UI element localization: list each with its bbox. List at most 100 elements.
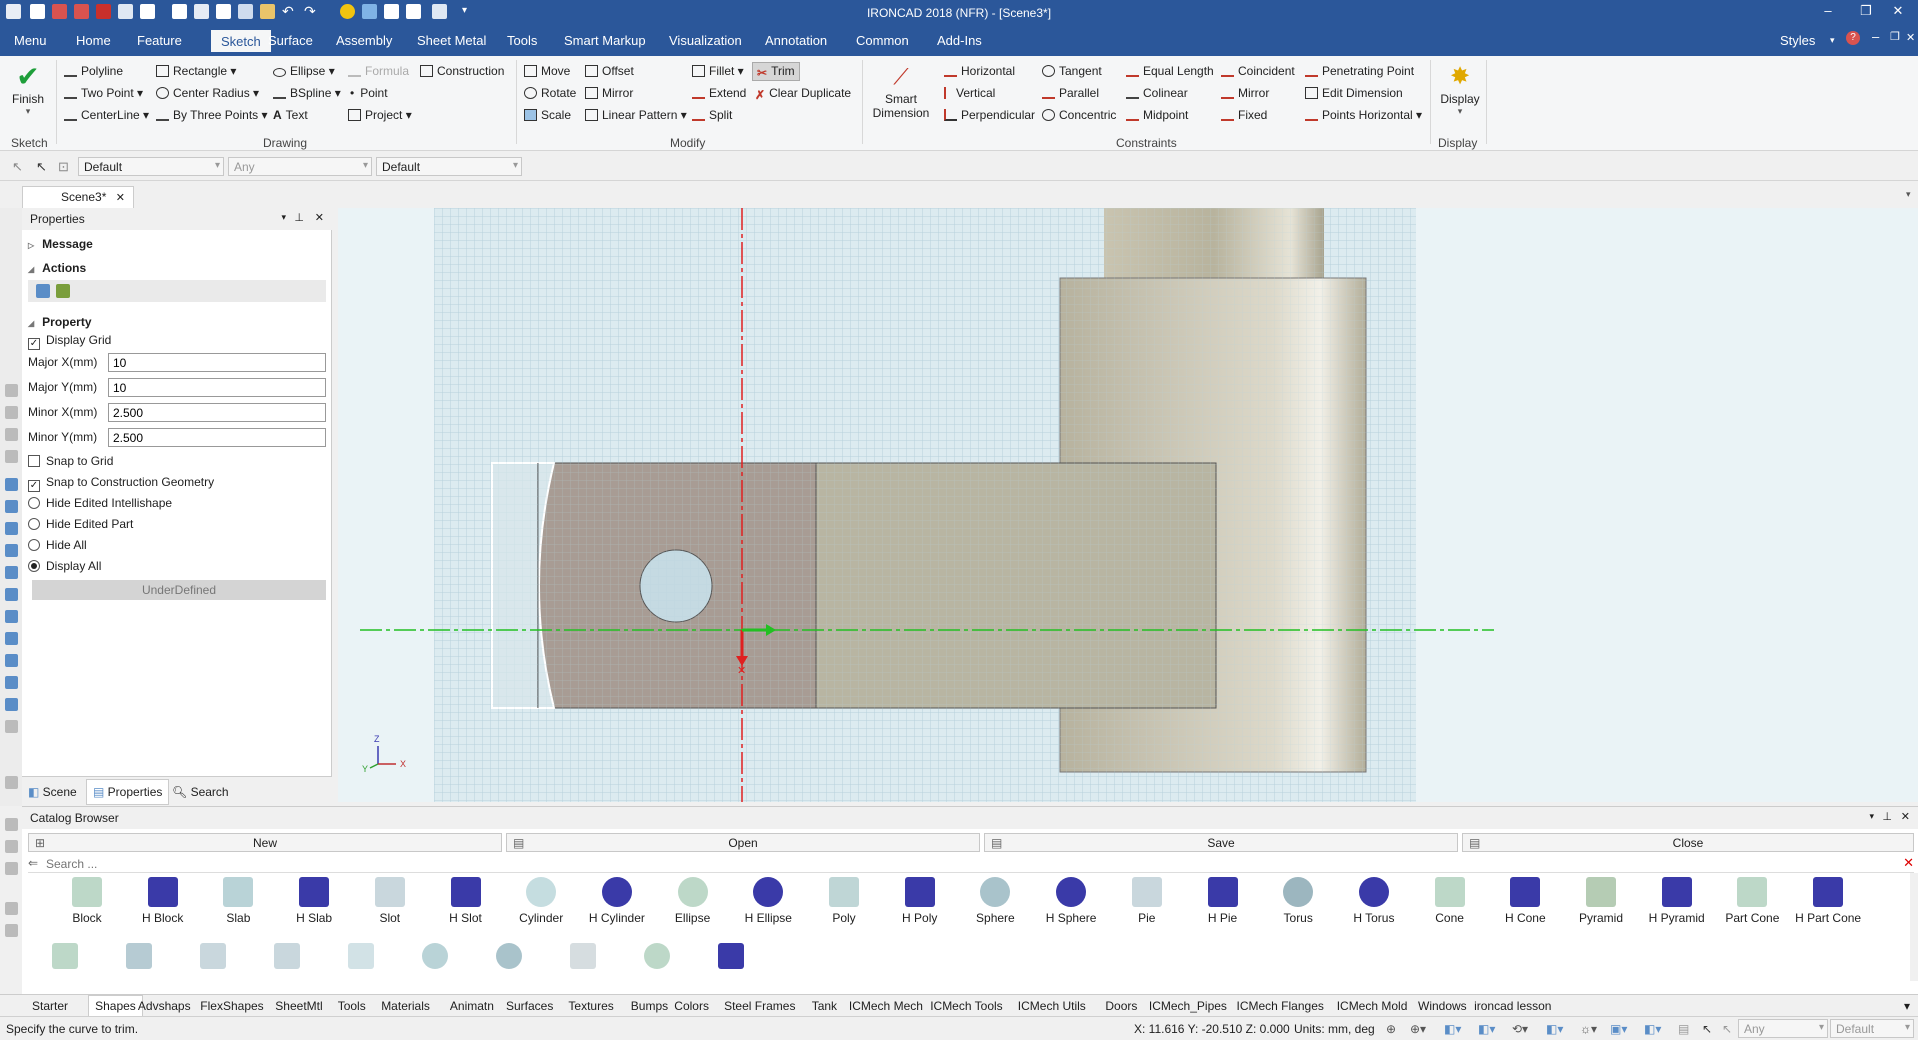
catalog-item-h-pie[interactable]: H Pie — [1188, 877, 1258, 925]
extend-button[interactable]: Extend — [692, 86, 746, 100]
split-button[interactable]: Split — [692, 108, 732, 122]
horizontal-button[interactable]: Horizontal — [944, 64, 1015, 78]
filter-status-icon[interactable]: ▤ — [1678, 1022, 1689, 1036]
tab-surface[interactable]: Surface — [268, 33, 313, 48]
tool-icon[interactable] — [5, 406, 18, 419]
shape-icon[interactable] — [5, 522, 18, 535]
zoom-window-icon[interactable]: ⊕▾ — [1410, 1022, 1426, 1036]
two-point-button[interactable]: Two Point ▾ — [64, 86, 143, 100]
shape-thumb-icon[interactable] — [718, 943, 744, 969]
pin-icon[interactable]: ⊥ — [294, 211, 304, 224]
catalog-tab-bumps[interactable]: Bumps — [631, 999, 668, 1013]
zoom-icon[interactable]: ⊕ — [1386, 1022, 1396, 1036]
catalog-search-input[interactable] — [46, 855, 1886, 872]
tab-menu[interactable]: Menu — [14, 33, 47, 48]
perpendicular-button[interactable]: Perpendicular — [944, 108, 1035, 122]
doc-restore-icon[interactable]: ❐ — [1890, 30, 1900, 43]
catalog-item-poly[interactable]: Poly — [809, 877, 879, 925]
shape-icon[interactable] — [5, 676, 18, 689]
scale-button[interactable]: Scale — [524, 108, 571, 122]
tab-annotation[interactable]: Annotation — [765, 33, 827, 48]
tab-sketch[interactable]: Sketch — [211, 30, 271, 52]
equal-length-button[interactable]: Equal Length — [1126, 64, 1214, 78]
pointer-status-icon[interactable]: ↖ — [1702, 1022, 1712, 1036]
catalog-save-button[interactable]: ▤ Save — [984, 833, 1458, 852]
section-icon[interactable]: ◧▾ — [1644, 1022, 1661, 1036]
rectangle-button[interactable]: Rectangle ▾ — [156, 64, 236, 78]
catalog-item-h-torus[interactable]: H Torus — [1339, 877, 1409, 925]
light-toggle-icon[interactable]: ☼▾ — [1580, 1022, 1597, 1036]
tool-icon[interactable] — [5, 384, 18, 397]
tool-icon[interactable] — [5, 720, 18, 733]
vertical-button[interactable]: Vertical — [944, 86, 995, 100]
shape-thumb-icon[interactable] — [570, 943, 596, 969]
ellipse-button[interactable]: Ellipse ▾ — [273, 64, 335, 78]
doc-tab-scene3[interactable]: Scene3* ✕ — [22, 186, 134, 208]
tab-assembly[interactable]: Assembly — [336, 33, 392, 48]
shape-thumb-icon[interactable] — [200, 943, 226, 969]
catalog-dropdown-icon[interactable]: ▾ — [1869, 811, 1874, 822]
move-button[interactable]: Move — [524, 64, 570, 78]
tool-icon[interactable] — [5, 924, 18, 937]
tab-search[interactable]: 🔍︎ Search — [172, 785, 229, 799]
panel-close-icon[interactable]: ✕ — [315, 211, 324, 224]
catalog-item-slab[interactable]: Slab — [203, 877, 273, 925]
hide-all-radio[interactable]: Hide All — [28, 538, 87, 552]
status-filter-combo[interactable]: Any — [1738, 1019, 1828, 1038]
catalog-tab-windows[interactable]: Windows — [1418, 999, 1467, 1013]
tool-icon[interactable] — [5, 840, 18, 853]
catalog-close-icon[interactable]: ✕ — [1901, 810, 1910, 823]
tab-home[interactable]: Home — [76, 33, 111, 48]
shape-icon[interactable] — [5, 588, 18, 601]
doc-close-icon[interactable]: ✕ — [1906, 31, 1915, 44]
display-all-radio[interactable]: Display All — [28, 559, 101, 573]
catalog-tab-animatn[interactable]: Animatn — [450, 999, 494, 1013]
catalog-tab-advshaps[interactable]: Advshaps — [138, 999, 191, 1013]
catalog-item-cylinder[interactable]: Cylinder — [506, 877, 576, 925]
shape-thumb-icon[interactable] — [644, 943, 670, 969]
filter-icon[interactable]: ⊡ — [58, 159, 69, 175]
tool-icon[interactable] — [5, 862, 18, 875]
shape-thumb-icon[interactable] — [422, 943, 448, 969]
display-grid-checkbox[interactable]: ✓ Display Grid — [28, 333, 111, 350]
penetrating-point-button[interactable]: Penetrating Point — [1305, 64, 1414, 78]
catalog-item-sphere[interactable]: Sphere — [960, 877, 1030, 925]
shape-icon[interactable] — [5, 478, 18, 491]
shape-icon[interactable] — [5, 654, 18, 667]
hide-intellishape-radio[interactable]: Hide Edited Intellishape — [28, 496, 172, 510]
linear-pattern-button[interactable]: Linear Pattern ▾ — [585, 108, 687, 122]
actions-section[interactable]: ◢ Actions — [28, 261, 86, 275]
minor-x-field[interactable] — [108, 403, 326, 422]
catalog-tab-icmech-mech[interactable]: ICMech Mech — [849, 999, 923, 1013]
catalog-tab-ironcad-lesson[interactable]: ironcad lesson — [1474, 999, 1551, 1013]
catalog-tab-icmech-utils[interactable]: ICMech Utils — [1018, 999, 1086, 1013]
colinear-button[interactable]: Colinear — [1126, 86, 1188, 100]
catalog-tab-starter[interactable]: Starter — [32, 999, 68, 1013]
trim-button[interactable]: ✂ Trim — [752, 62, 800, 81]
catalog-item-h-pyramid[interactable]: H Pyramid — [1642, 877, 1712, 925]
tool-icon[interactable] — [5, 776, 18, 789]
shading-icon[interactable]: ◧▾ — [1546, 1022, 1563, 1036]
style-combo[interactable]: Default — [78, 157, 224, 176]
polyline-button[interactable]: Polyline — [64, 64, 123, 78]
select-status-icon[interactable]: ↖ — [1722, 1022, 1732, 1036]
catalog-item-torus[interactable]: Torus — [1263, 877, 1333, 925]
catalog-item-part-cone[interactable]: Part Cone — [1717, 877, 1787, 925]
scene-canvas[interactable]: ✕ Z X Y — [338, 208, 1918, 802]
view-icon[interactable]: ◧▾ — [1444, 1022, 1461, 1036]
render-icon[interactable]: ◧▾ — [1478, 1022, 1495, 1036]
styles-menu[interactable]: Styles — [1780, 33, 1815, 48]
doc-tab-close-icon[interactable]: ✕ — [116, 191, 125, 204]
3d-viewport[interactable]: ✕ Z X Y — [338, 208, 1918, 802]
shape-icon[interactable] — [5, 566, 18, 579]
hide-part-radio[interactable]: Hide Edited Part — [28, 517, 133, 531]
fillet-button[interactable]: Fillet ▾ — [692, 64, 744, 78]
frame-icon[interactable]: ▣▾ — [1610, 1022, 1627, 1036]
shape-thumb-icon[interactable] — [496, 943, 522, 969]
catalog-item-h-block[interactable]: H Block — [128, 877, 198, 925]
major-y-field[interactable] — [108, 378, 326, 397]
catalog-tab-surfaces[interactable]: Surfaces — [506, 999, 553, 1013]
property-section[interactable]: ◢ Property — [28, 315, 92, 329]
catalog-item-cone[interactable]: Cone — [1415, 877, 1485, 925]
catalog-tab-shapes[interactable]: Shapes — [88, 995, 143, 1016]
